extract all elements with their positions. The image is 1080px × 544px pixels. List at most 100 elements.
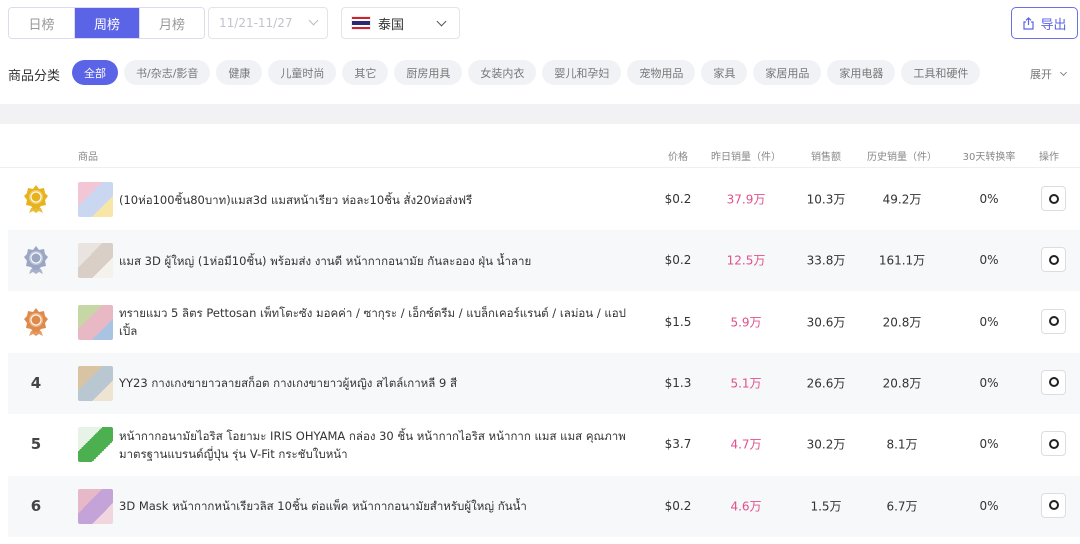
conversion-cell: 0% (979, 314, 999, 329)
section-divider (0, 104, 1080, 124)
header-action: 操作 (1039, 152, 1059, 163)
bronze-medal-icon (24, 307, 48, 336)
revenue-cell: 1.5万 (810, 499, 842, 513)
category-chip[interactable]: 女装内衣 (468, 60, 537, 85)
total-sales-cell: 6.7万 (886, 499, 918, 513)
total-sales-cell: 8.1万 (886, 437, 918, 452)
chevron-down-icon (1059, 68, 1068, 77)
price-cell: $0.2 (664, 253, 692, 268)
product-thumbnail[interactable] (78, 182, 113, 217)
revenue-cell: 26.6万 (806, 376, 846, 391)
product-name[interactable]: แมส 3D ผู้ใหญ่ (1ห่อมี10ชิ้น) พร้อมส่ง ง… (119, 230, 639, 291)
action-button[interactable] (1041, 308, 1066, 334)
circle-icon (1048, 438, 1059, 449)
product-thumbnail[interactable] (78, 427, 113, 463)
product-thumbnail[interactable] (78, 365, 113, 401)
rank-number: 6 (30, 496, 42, 515)
action-button[interactable] (1041, 492, 1066, 518)
header-total-sales[interactable]: 历史销量（件） (867, 148, 937, 163)
action-button[interactable] (1041, 431, 1066, 457)
product-thumbnail[interactable] (78, 243, 113, 279)
expand-label: 展开 (1030, 68, 1052, 81)
silver-medal-icon (24, 246, 48, 275)
conversion-cell: 0% (979, 375, 999, 390)
total-sales-cell: 49.2万 (882, 192, 922, 207)
category-chip[interactable]: 书/杂志/影音 (124, 60, 211, 85)
yesterday-sales-cell: 4.6万 (730, 499, 762, 513)
export-icon (1023, 16, 1035, 30)
country-value: 泰国 (378, 17, 405, 33)
product-name[interactable]: YY23 กางเกงขายาวลายสก็อต กางเกงขายาวผู้ห… (119, 353, 639, 414)
circle-icon (1048, 316, 1059, 327)
product-name[interactable]: 3D Mask หน้ากากหน้าเรียวลิส 10ชิ้น ต่อแพ… (119, 476, 639, 537)
yesterday-sales-cell: 5.9万 (730, 315, 762, 330)
revenue-cell: 30.6万 (806, 315, 846, 330)
yesterday-sales-cell: 4.7万 (730, 437, 762, 452)
export-button[interactable]: 导出 (1011, 7, 1078, 39)
country-select[interactable]: 泰国 (341, 7, 460, 39)
price-cell: $1.3 (664, 375, 692, 390)
table-row[interactable]: ทรายแมว 5 ลิตร Pettosan เพ็ทโตะซัง มอคค่… (8, 292, 1080, 353)
period-tabs: 日榜 周榜 月榜 (8, 7, 205, 39)
revenue-cell: 33.8万 (806, 253, 846, 268)
rank-number: 4 (30, 373, 42, 392)
rank-number: 5 (30, 435, 42, 454)
circle-icon (1048, 193, 1059, 204)
category-chip[interactable]: 儿童时尚 (268, 60, 337, 85)
price-cell: $0.2 (664, 498, 692, 513)
yesterday-sales-cell: 12.5万 (726, 253, 766, 268)
table-row[interactable]: 5 หน้ากากอนามัยไอริส โอยามะ IRIS OHYAMA … (8, 414, 1080, 475)
conversion-cell: 0% (979, 498, 999, 513)
gold-medal-icon (24, 185, 48, 213)
yesterday-sales-cell: 5.1万 (730, 376, 762, 391)
category-chip[interactable]: 宠物用品 (627, 60, 696, 85)
product-name[interactable]: ทรายแมว 5 ลิตร Pettosan เพ็ทโตะซัง มอคค่… (119, 292, 639, 353)
table-row[interactable]: 4 YY23 กางเกงขายาวลายสก็อต กางเกงขายาวผู… (8, 352, 1080, 414)
conversion-cell: 0% (979, 192, 999, 206)
price-cell: $3.7 (664, 437, 692, 452)
conversion-cell: 0% (979, 437, 999, 452)
tab-weekly[interactable]: 周榜 (74, 8, 139, 38)
header-yesterday-sales[interactable]: 昨日销量（件） (711, 148, 781, 163)
revenue-cell: 30.2万 (806, 437, 846, 452)
chevron-down-icon (436, 16, 447, 27)
total-sales-cell: 20.8万 (882, 315, 922, 330)
category-chip[interactable]: 全部 (72, 60, 118, 85)
circle-icon (1048, 500, 1059, 510)
table-row[interactable]: แมส 3D ผู้ใหญ่ (1ห่อมี10ชิ้น) พร้อมส่ง ง… (8, 230, 1080, 292)
export-label: 导出 (1040, 17, 1067, 33)
category-chip[interactable]: 婴儿和孕妇 (542, 60, 622, 85)
tab-daily[interactable]: 日榜 (9, 8, 74, 38)
action-button[interactable] (1041, 369, 1066, 395)
product-thumbnail[interactable] (78, 488, 113, 524)
action-button[interactable] (1041, 247, 1066, 273)
category-chip[interactable]: 厨房用具 (394, 60, 463, 85)
date-range-select[interactable]: 11/21-11/27 (208, 7, 328, 39)
category-label: 商品分类 (8, 69, 61, 84)
header-conversion[interactable]: 30天转换率 (963, 148, 1016, 163)
total-sales-cell: 20.8万 (882, 376, 922, 391)
product-name[interactable]: (10ห่อ100ชิ้น80บาท)แมส3d แมสหน้าเรียว ห่… (119, 169, 639, 230)
product-name[interactable]: หน้ากากอนามัยไอริส โอยามะ IRIS OHYAMA กล… (119, 414, 639, 475)
category-chip[interactable]: 工具和硬件 (901, 60, 981, 85)
category-chip[interactable]: 其它 (342, 60, 389, 85)
category-filter: 商品分类 全部 书/杂志/影音 健康 儿童时尚 其它 厨房用具 女装内衣 婴儿和孕妇 宠物用品家… (0, 60, 1080, 86)
header-product: 商品 (78, 152, 98, 163)
category-chip[interactable]: 健康 (216, 60, 263, 85)
action-button[interactable] (1041, 186, 1066, 211)
header-price: 价格 (668, 152, 688, 163)
date-range-value: 11/21-11/27 (219, 16, 293, 30)
header-revenue[interactable]: 销售额 (811, 148, 841, 163)
category-chip[interactable]: 家具 (701, 60, 748, 85)
category-chip[interactable]: 家用电器 (827, 60, 896, 85)
conversion-cell: 0% (979, 253, 999, 268)
tab-monthly[interactable]: 月榜 (139, 8, 204, 38)
expand-button[interactable]: 展开 (1030, 66, 1068, 82)
product-thumbnail[interactable] (78, 304, 113, 340)
yesterday-sales-cell: 37.9万 (726, 192, 766, 207)
circle-icon (1048, 254, 1059, 265)
total-sales-cell: 161.1万 (878, 253, 926, 268)
table-row[interactable]: (10ห่อ100ชิ้น80บาท)แมส3d แมสหน้าเรียว ห่… (8, 169, 1080, 230)
category-chip[interactable]: 家居用品 (753, 60, 822, 85)
table-row[interactable]: 6 3D Mask หน้ากากหน้าเรียวลิส 10ชิ้น ต่อ… (8, 475, 1080, 537)
